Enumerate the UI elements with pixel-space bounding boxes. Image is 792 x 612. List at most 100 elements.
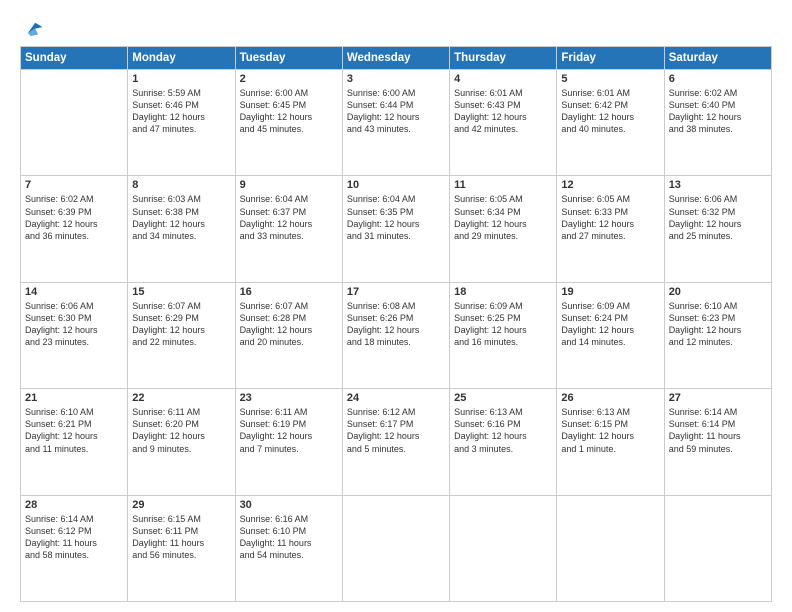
day-number: 18 <box>454 286 552 298</box>
day-number: 23 <box>240 392 338 404</box>
day-number: 7 <box>25 179 123 191</box>
daylight-hours: Sunrise: 6:05 AM Sunset: 6:34 PM Dayligh… <box>454 193 552 242</box>
col-wednesday: Wednesday <box>342 47 449 70</box>
daylight-hours: Sunrise: 6:04 AM Sunset: 6:37 PM Dayligh… <box>240 193 338 242</box>
day-number: 26 <box>561 392 659 404</box>
day-number: 2 <box>240 73 338 85</box>
day-number: 29 <box>132 499 230 511</box>
day-number: 24 <box>347 392 445 404</box>
calendar-week-row: 1Sunrise: 5:59 AM Sunset: 6:46 PM Daylig… <box>21 70 772 176</box>
calendar-week-row: 28 Sunrise: 6:14 AM Sunset: 6:12 PM Dayli… <box>21 495 772 601</box>
table-row: 7 Sunrise: 6:02 AM Sunset: 6:39 PM Daylig… <box>21 176 128 282</box>
daylight-hours: Sunrise: 6:09 AM Sunset: 6:25 PM Dayligh… <box>454 300 552 349</box>
table-row: 5 Sunrise: 6:01 AM Sunset: 6:42 PM Daylig… <box>557 70 664 176</box>
table-row: 9 Sunrise: 6:04 AM Sunset: 6:37 PM Daylig… <box>235 176 342 282</box>
table-row: 16 Sunrise: 6:07 AM Sunset: 6:28 PM Dayli… <box>235 282 342 388</box>
day-number: 17 <box>347 286 445 298</box>
table-row: 3 Sunrise: 6:00 AM Sunset: 6:44 PM Daylig… <box>342 70 449 176</box>
header <box>20 18 772 36</box>
daylight-hours: Sunrise: 6:10 AM Sunset: 6:23 PM Dayligh… <box>669 300 767 349</box>
daylight-hours: Sunrise: 6:08 AM Sunset: 6:26 PM Dayligh… <box>347 300 445 349</box>
table-row: 8 Sunrise: 6:03 AM Sunset: 6:38 PM Daylig… <box>128 176 235 282</box>
col-monday: Monday <box>128 47 235 70</box>
daylight-hours: Sunrise: 6:13 AM Sunset: 6:16 PM Dayligh… <box>454 406 552 455</box>
table-row: 4Sunrise: 6:01 AM Sunset: 6:43 PM Daylig… <box>450 70 557 176</box>
daylight-hours: Sunrise: 6:01 AM Sunset: 6:42 PM Dayligh… <box>561 87 659 136</box>
table-row: 2 Sunrise: 6:00 AM Sunset: 6:45 PM Daylig… <box>235 70 342 176</box>
daylight-hours: Sunrise: 6:14 AM Sunset: 6:12 PM Dayligh… <box>25 513 123 562</box>
calendar-week-row: 21 Sunrise: 6:10 AM Sunset: 6:21 PM Dayli… <box>21 389 772 495</box>
day-number: 1 <box>132 73 230 85</box>
daylight-hours: Sunrise: 6:11 AM Sunset: 6:19 PM Dayligh… <box>240 406 338 455</box>
daylight-hours: Sunrise: 6:10 AM Sunset: 6:21 PM Dayligh… <box>25 406 123 455</box>
daylight-hours: Sunrise: 6:06 AM Sunset: 6:32 PM Dayligh… <box>669 193 767 242</box>
daylight-hours: Sunrise: 6:15 AM Sunset: 6:11 PM Dayligh… <box>132 513 230 562</box>
daylight-hours: Sunrise: 6:09 AM Sunset: 6:24 PM Dayligh… <box>561 300 659 349</box>
table-row: 20Sunrise: 6:10 AM Sunset: 6:23 PM Dayli… <box>664 282 771 388</box>
day-number: 5 <box>561 73 659 85</box>
col-saturday: Saturday <box>664 47 771 70</box>
daylight-hours: Sunrise: 6:07 AM Sunset: 6:28 PM Dayligh… <box>240 300 338 349</box>
daylight-hours: Sunrise: 6:07 AM Sunset: 6:29 PM Dayligh… <box>132 300 230 349</box>
table-row: 29 Sunrise: 6:15 AM Sunset: 6:11 PM Dayli… <box>128 495 235 601</box>
day-number: 16 <box>240 286 338 298</box>
table-row: 25 Sunrise: 6:13 AM Sunset: 6:16 PM Dayli… <box>450 389 557 495</box>
table-row: 26 Sunrise: 6:13 AM Sunset: 6:15 PM Dayli… <box>557 389 664 495</box>
daylight-hours: Sunrise: 6:12 AM Sunset: 6:17 PM Dayligh… <box>347 406 445 455</box>
day-number: 11 <box>454 179 552 191</box>
table-row: 1Sunrise: 5:59 AM Sunset: 6:46 PM Daylig… <box>128 70 235 176</box>
daylight-hours: Sunrise: 6:16 AM Sunset: 6:10 PM Dayligh… <box>240 513 338 562</box>
day-number: 27 <box>669 392 767 404</box>
table-row: 6 Sunrise: 6:02 AM Sunset: 6:40 PM Daylig… <box>664 70 771 176</box>
daylight-hours: Sunrise: 6:06 AM Sunset: 6:30 PM Dayligh… <box>25 300 123 349</box>
day-number: 9 <box>240 179 338 191</box>
daylight-hours: Sunrise: 6:14 AM Sunset: 6:14 PM Dayligh… <box>669 406 767 455</box>
table-row <box>557 495 664 601</box>
calendar-table: Sunday Monday Tuesday Wednesday Thursday… <box>20 46 772 602</box>
day-number: 13 <box>669 179 767 191</box>
day-number: 19 <box>561 286 659 298</box>
table-row: 18 Sunrise: 6:09 AM Sunset: 6:25 PM Dayli… <box>450 282 557 388</box>
table-row <box>450 495 557 601</box>
day-number: 25 <box>454 392 552 404</box>
daylight-hours: Sunrise: 6:04 AM Sunset: 6:35 PM Dayligh… <box>347 193 445 242</box>
daylight-hours: Sunrise: 6:02 AM Sunset: 6:39 PM Dayligh… <box>25 193 123 242</box>
day-number: 3 <box>347 73 445 85</box>
day-number: 15 <box>132 286 230 298</box>
day-number: 6 <box>669 73 767 85</box>
day-number: 28 <box>25 499 123 511</box>
day-number: 22 <box>132 392 230 404</box>
calendar-week-row: 7 Sunrise: 6:02 AM Sunset: 6:39 PM Daylig… <box>21 176 772 282</box>
table-row: 24 Sunrise: 6:12 AM Sunset: 6:17 PM Dayli… <box>342 389 449 495</box>
calendar-week-row: 14 Sunrise: 6:06 AM Sunset: 6:30 PM Dayli… <box>21 282 772 388</box>
table-row: 17 Sunrise: 6:08 AM Sunset: 6:26 PM Dayli… <box>342 282 449 388</box>
table-row: 10 Sunrise: 6:04 AM Sunset: 6:35 PM Dayli… <box>342 176 449 282</box>
table-row: 23 Sunrise: 6:11 AM Sunset: 6:19 PM Dayli… <box>235 389 342 495</box>
daylight-hours: Sunrise: 6:02 AM Sunset: 6:40 PM Dayligh… <box>669 87 767 136</box>
table-row: 11 Sunrise: 6:05 AM Sunset: 6:34 PM Dayli… <box>450 176 557 282</box>
logo-bird-icon <box>22 18 44 40</box>
table-row: 19 Sunrise: 6:09 AM Sunset: 6:24 PM Dayli… <box>557 282 664 388</box>
table-row: 27 Sunrise: 6:14 AM Sunset: 6:14 PM Dayli… <box>664 389 771 495</box>
table-row: 14 Sunrise: 6:06 AM Sunset: 6:30 PM Dayli… <box>21 282 128 388</box>
col-sunday: Sunday <box>21 47 128 70</box>
daylight-hours: Sunrise: 6:13 AM Sunset: 6:15 PM Dayligh… <box>561 406 659 455</box>
day-number: 8 <box>132 179 230 191</box>
day-number: 4 <box>454 73 552 85</box>
page: Sunday Monday Tuesday Wednesday Thursday… <box>0 0 792 612</box>
day-number: 12 <box>561 179 659 191</box>
daylight-hours: Sunrise: 6:00 AM Sunset: 6:45 PM Dayligh… <box>240 87 338 136</box>
table-row <box>664 495 771 601</box>
day-number: 21 <box>25 392 123 404</box>
table-row: 15 Sunrise: 6:07 AM Sunset: 6:29 PM Dayli… <box>128 282 235 388</box>
table-row <box>342 495 449 601</box>
logo <box>20 18 44 36</box>
col-friday: Friday <box>557 47 664 70</box>
calendar-header-row: Sunday Monday Tuesday Wednesday Thursday… <box>21 47 772 70</box>
col-thursday: Thursday <box>450 47 557 70</box>
day-number: 14 <box>25 286 123 298</box>
table-row: 22Sunrise: 6:11 AM Sunset: 6:20 PM Dayli… <box>128 389 235 495</box>
daylight-hours: Sunrise: 6:03 AM Sunset: 6:38 PM Dayligh… <box>132 193 230 242</box>
day-number: 10 <box>347 179 445 191</box>
daylight-hours: Sunrise: 6:00 AM Sunset: 6:44 PM Dayligh… <box>347 87 445 136</box>
